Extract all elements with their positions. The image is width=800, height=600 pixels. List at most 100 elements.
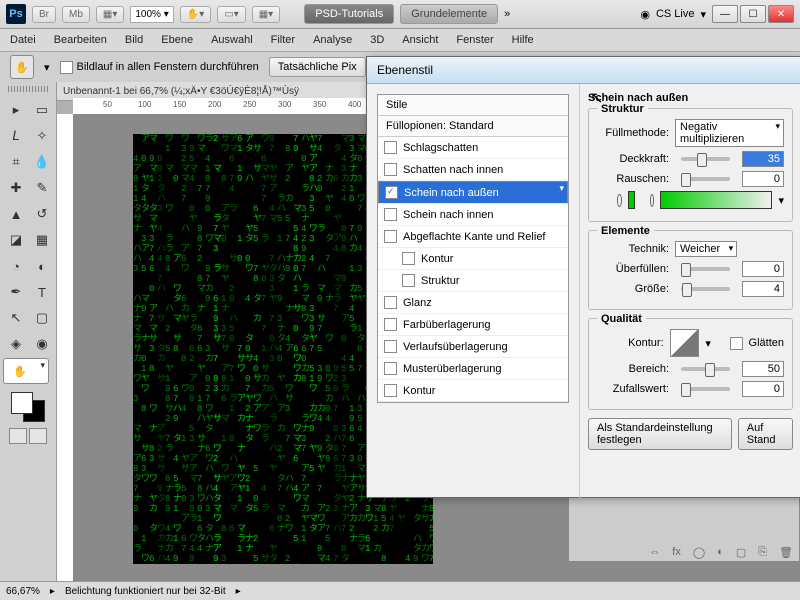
blur-tool[interactable]: ◔ bbox=[3, 254, 29, 278]
type-tool[interactable]: T bbox=[29, 280, 55, 304]
glow-color[interactable] bbox=[628, 191, 636, 209]
extras-button[interactable]: ▦▾ bbox=[252, 6, 280, 23]
minibridge-button[interactable]: Mb bbox=[62, 6, 90, 23]
technique-select[interactable]: Weicher bbox=[675, 241, 737, 257]
menu-edit[interactable]: Bearbeiten bbox=[54, 34, 107, 46]
spread-input[interactable]: 0 bbox=[742, 261, 784, 277]
gradient-tool[interactable]: ▦ bbox=[29, 228, 55, 252]
noise-slider[interactable] bbox=[681, 177, 730, 181]
dialog-title[interactable]: Ebenenstil bbox=[367, 57, 800, 84]
jitter-input[interactable]: 0 bbox=[742, 381, 784, 397]
blend-options[interactable]: Füllopionen: Standard bbox=[378, 116, 568, 137]
size-input[interactable]: 4 bbox=[742, 281, 784, 297]
blendmode-select[interactable]: Negativ multiplizieren bbox=[675, 119, 784, 147]
crop-tool[interactable]: ⌗ bbox=[3, 150, 29, 174]
pen-tool[interactable]: ✒ bbox=[3, 280, 29, 304]
menu-file[interactable]: Datei bbox=[10, 34, 36, 46]
3d-cam-tool[interactable]: ◉ bbox=[29, 332, 55, 356]
menu-image[interactable]: Bild bbox=[125, 34, 143, 46]
jitter-slider[interactable] bbox=[681, 387, 730, 391]
style-patternoverlay[interactable]: Musterüberlagerung bbox=[378, 358, 568, 380]
path-tool[interactable]: ↖ bbox=[3, 306, 29, 330]
style-stroke[interactable]: Kontur bbox=[378, 380, 568, 402]
noise-input[interactable]: 0 bbox=[742, 171, 784, 187]
style-bevel-texture[interactable]: Struktur bbox=[378, 270, 568, 292]
mask-icon[interactable]: ◯ bbox=[693, 546, 705, 559]
folder-icon[interactable]: ▢ bbox=[736, 546, 746, 559]
workspace-tab[interactable]: Grundelemente bbox=[400, 4, 498, 24]
fx-icon[interactable]: fx bbox=[672, 546, 681, 559]
menu-3d[interactable]: 3D bbox=[370, 34, 384, 46]
toolbox-handle[interactable] bbox=[8, 86, 48, 92]
menu-help[interactable]: Hilfe bbox=[512, 34, 534, 46]
style-gradientoverlay[interactable]: Verlaufsüberlagerung bbox=[378, 336, 568, 358]
hand-button[interactable]: ✋▾ bbox=[180, 6, 211, 23]
menu-filter[interactable]: Filter bbox=[271, 34, 295, 46]
minimize-button[interactable]: — bbox=[712, 5, 738, 23]
eraser-tool[interactable]: ◪ bbox=[3, 228, 29, 252]
wand-tool[interactable]: ✧ bbox=[29, 124, 55, 148]
tool-preset-icon[interactable]: ✋ bbox=[10, 55, 34, 79]
opacity-slider[interactable] bbox=[681, 157, 730, 161]
stamp-tool[interactable]: ▲ bbox=[3, 202, 29, 226]
style-dropshadow[interactable]: Schlagschatten bbox=[378, 137, 568, 159]
quickmask-on[interactable] bbox=[29, 428, 47, 444]
status-zoom[interactable]: 66,67% bbox=[6, 586, 40, 597]
3d-tool[interactable]: ◈ bbox=[3, 332, 29, 356]
more-arrows[interactable]: » bbox=[504, 8, 510, 20]
menu-analysis[interactable]: Analyse bbox=[313, 34, 352, 46]
adjust-icon[interactable]: ◐ bbox=[717, 546, 724, 559]
hand-tool[interactable]: ✋ bbox=[3, 358, 49, 384]
quickmask-off[interactable] bbox=[9, 428, 27, 444]
cslive-icon[interactable]: ◉ bbox=[640, 8, 650, 21]
range-slider[interactable] bbox=[681, 367, 730, 371]
menu-layer[interactable]: Ebene bbox=[161, 34, 193, 46]
marquee-tool[interactable]: ▭ bbox=[29, 98, 55, 122]
move-tool[interactable]: ▸ bbox=[3, 98, 29, 122]
styles-header[interactable]: Stile bbox=[378, 95, 568, 116]
size-slider[interactable] bbox=[681, 287, 730, 291]
lasso-tool[interactable]: 𝘓 bbox=[3, 124, 29, 148]
menubar: Datei Bearbeiten Bild Ebene Auswahl Filt… bbox=[0, 29, 800, 52]
brush-tool[interactable]: ✎ bbox=[29, 176, 55, 200]
gradient-radio[interactable] bbox=[650, 194, 655, 207]
menu-window[interactable]: Fenster bbox=[456, 34, 493, 46]
opacity-input[interactable]: 35 bbox=[742, 151, 784, 167]
style-coloroverlay[interactable]: Farbüberlagerung bbox=[378, 314, 568, 336]
style-outerglow[interactable]: Schein nach außen bbox=[378, 181, 568, 204]
menu-select[interactable]: Auswahl bbox=[211, 34, 253, 46]
color-radio[interactable] bbox=[617, 194, 622, 207]
trash-icon[interactable]: 🗑 bbox=[779, 546, 793, 559]
style-innerglow[interactable]: Schein nach innen bbox=[378, 204, 568, 226]
style-bevel[interactable]: Abgeflachte Kante und Relief bbox=[378, 226, 568, 248]
spread-slider[interactable] bbox=[681, 267, 730, 271]
make-default-button[interactable]: Als Standardeinstellung festlegen bbox=[588, 418, 732, 450]
history-tool[interactable]: ↺ bbox=[29, 202, 55, 226]
link-icon[interactable]: ⇔ bbox=[649, 546, 660, 559]
menu-view[interactable]: Ansicht bbox=[402, 34, 438, 46]
view-button[interactable]: ▦▾ bbox=[96, 6, 124, 23]
screen-button[interactable]: ▭▾ bbox=[217, 6, 245, 23]
glow-gradient[interactable] bbox=[660, 191, 772, 209]
reset-default-button[interactable]: Auf Stand bbox=[738, 418, 793, 450]
range-input[interactable]: 50 bbox=[742, 361, 784, 377]
scroll-all-checkbox[interactable]: Bildlauf in allen Fenstern durchführen bbox=[60, 61, 259, 74]
bridge-button[interactable]: Br bbox=[32, 6, 56, 23]
new-icon[interactable]: ⎘ bbox=[758, 546, 767, 559]
eyedrop-tool[interactable]: 💧 bbox=[29, 150, 55, 174]
style-innershadow[interactable]: Schatten nach innen bbox=[378, 159, 568, 181]
contour-picker[interactable] bbox=[670, 329, 700, 357]
shape-tool[interactable]: ▢ bbox=[29, 306, 55, 330]
cslive-label[interactable]: CS Live bbox=[656, 8, 695, 20]
heal-tool[interactable]: ✚ bbox=[3, 176, 29, 200]
antialias-checkbox[interactable] bbox=[730, 337, 742, 350]
actual-pixels-button[interactable]: Tatsächliche Pix bbox=[269, 57, 366, 77]
workspace-tab-active[interactable]: PSD-Tutorials bbox=[304, 4, 394, 24]
zoom-select[interactable]: 100% ▾ bbox=[130, 6, 173, 23]
maximize-button[interactable]: ☐ bbox=[740, 5, 766, 23]
close-button[interactable]: ✕ bbox=[768, 5, 794, 23]
style-satin[interactable]: Glanz bbox=[378, 292, 568, 314]
dodge-tool[interactable]: ◐ bbox=[29, 254, 55, 278]
color-swatch[interactable] bbox=[11, 392, 45, 422]
style-bevel-contour[interactable]: Kontur bbox=[378, 248, 568, 270]
